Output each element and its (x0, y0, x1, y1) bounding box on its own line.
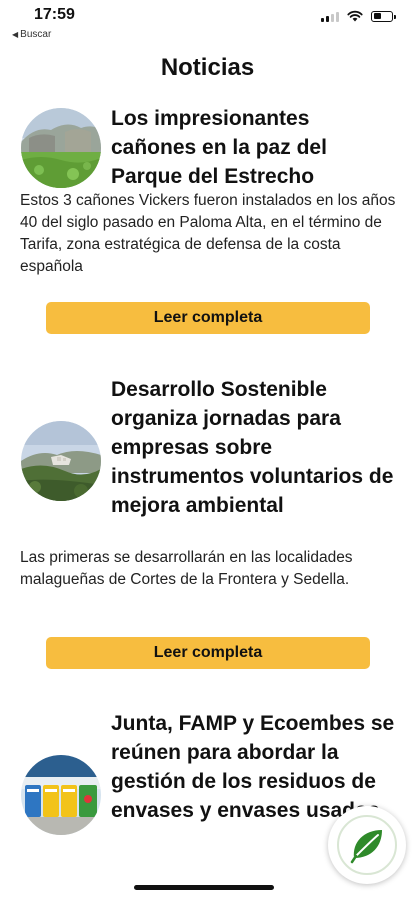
mountain-village-thumbnail[interactable] (21, 421, 101, 501)
status-icons (321, 10, 396, 22)
back-to-search-link[interactable]: ◀ Buscar (12, 29, 51, 40)
read-more-button[interactable]: Leer completa (46, 302, 370, 334)
article-title[interactable]: Los impresionantes cañones en la paz del… (111, 104, 397, 191)
back-label: Buscar (20, 29, 52, 40)
cannon-landscape-thumbnail[interactable] (21, 108, 101, 188)
status-time: 17:59 (34, 6, 75, 23)
article-summary: Las primeras se desarrollarán en las loc… (20, 549, 353, 588)
home-indicator[interactable] (134, 885, 274, 890)
wifi-icon (347, 10, 363, 22)
battery-icon (371, 10, 396, 22)
page-title: Noticias (160, 54, 255, 81)
green-leaf-logo-icon (337, 815, 397, 875)
read-more-button[interactable]: Leer completa (46, 637, 370, 669)
news-screen: 17:59 ◀ Buscar Noticias Los impresionant… (0, 0, 415, 900)
app-logo-button[interactable] (328, 806, 406, 884)
cellular-signal-icon (321, 11, 339, 22)
article-title[interactable]: Desarrollo Sostenible organiza jornadas … (111, 375, 397, 520)
back-arrow-icon: ◀ (12, 30, 19, 39)
recycling-bins-thumbnail[interactable] (21, 755, 101, 835)
article-summary: Estos 3 cañones Vickers fueron instalado… (20, 192, 396, 275)
